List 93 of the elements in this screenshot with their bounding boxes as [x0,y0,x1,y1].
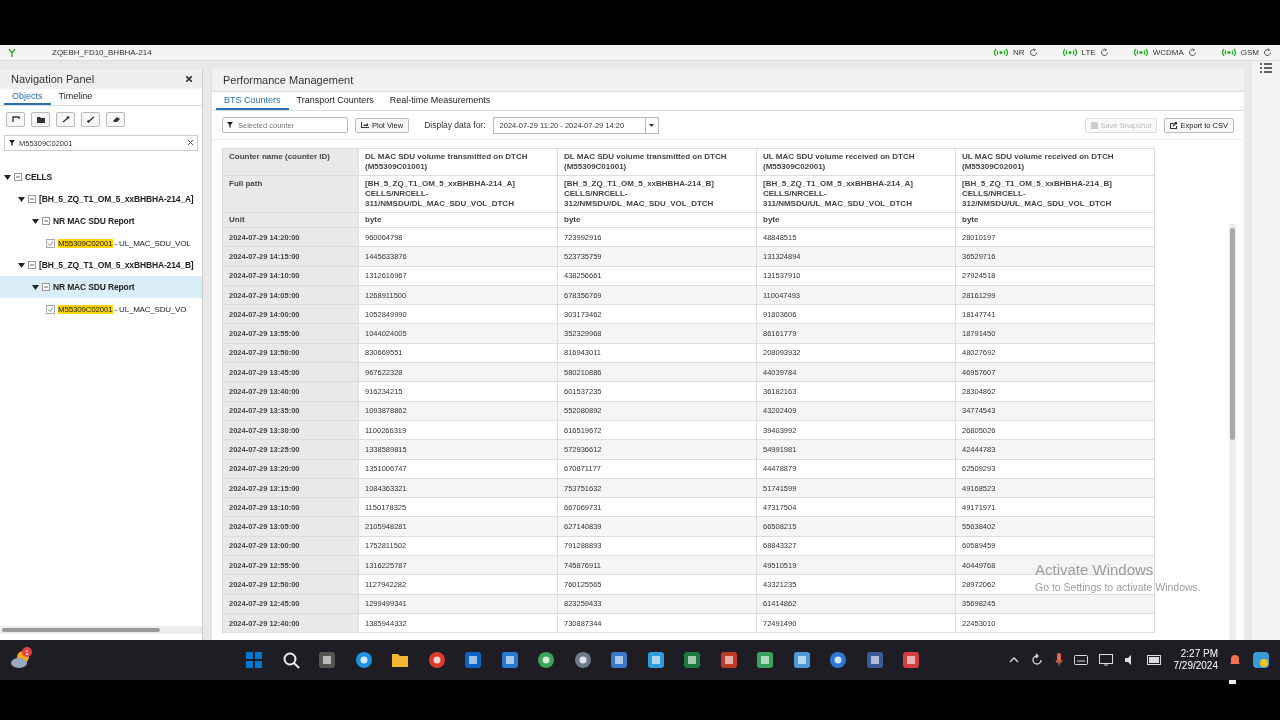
export-icon [1170,121,1178,129]
site-name: ZQEBH_FD10_BHBHA-214 [52,48,152,57]
partial-checkbox-icon[interactable] [28,261,36,269]
clear-icon[interactable] [188,140,193,145]
table-cell: [BH_5_ZQ_T1_OM_5_xxBHBHA-214_B] CELLS/NRCELL-312/NMSDU/DL_MAC_SDU_VOL_DTCH [558,176,757,212]
horizontal-scrollbar[interactable] [0,626,202,634]
battery-icon[interactable] [1146,655,1163,665]
tree-item-label: NR MAC SDU Report [53,282,135,292]
panel-title: Performance Management [223,74,354,86]
folder-icon [36,116,45,123]
tree-row[interactable]: [BH_5_ZQ_T1_OM_5_xxBHBHA-214_B] [0,254,202,276]
tree-row[interactable]: [BH_5_ZQ_T1_OM_5_xxBHBHA-214_A] [0,188,202,210]
microphone-icon[interactable] [1054,653,1063,667]
sync-icon[interactable] [1029,653,1044,667]
antenna-icon [8,48,16,57]
table-cell: [BH_5_ZQ_T1_OM_5_xxBHBHA-214_A] CELLS/NRCELL-311/NMSDU/UL_MAC_SDU_VOL_DTCH [757,176,956,212]
tree-row[interactable]: M55309C02001 - UL_MAC_SDU_VOL [0,232,202,254]
row-header: Counter name (counter ID) [223,149,359,175]
checked-checkbox-icon[interactable] [46,304,55,314]
collapse-caret-icon[interactable] [18,261,25,269]
column-header: UL MAC SDU volume received on DTCH (M55309C02001) [757,149,956,175]
technology-label: GSM [1240,48,1259,57]
panel-tab[interactable]: Real-time Measurements [381,92,499,110]
signal-icon [1132,48,1149,57]
table-cell: byte [359,213,558,227]
row-header: Full path [223,176,359,212]
folder-icon[interactable] [391,651,409,669]
table-cell: byte [558,213,757,227]
partial-checkbox-icon[interactable] [42,283,50,291]
window-icon[interactable] [318,651,336,669]
tree-item-label: M55309C02001 - UL_MAC_SDU_VOL [58,238,191,248]
folder-button[interactable] [31,112,50,127]
collapse-caret-icon[interactable] [32,217,39,225]
collapse-caret-icon[interactable] [32,283,39,291]
app-icon[interactable] [646,651,665,669]
column-header: UL MAC SDU volume received on DTCH (M55309C02001) [956,149,1155,175]
tree-row[interactable]: NR MAC SDU Report [0,210,202,232]
panel-title: Navigation Panel [11,73,95,85]
signal-icon [1220,48,1237,57]
chart-icon [361,122,369,128]
app-icon[interactable] [865,651,884,669]
tree-row[interactable]: NR MAC SDU Report [0,276,202,298]
signal-icon [993,48,1009,57]
clock-date[interactable]: 7/29/2024 [1173,660,1218,672]
eraser-icon [111,116,120,123]
panel-tab[interactable]: Timeline [50,89,101,105]
technology-label: LTE [1081,48,1096,57]
chevron-up-icon[interactable] [1008,657,1019,663]
collapse-caret-icon[interactable] [18,195,25,203]
close-icon[interactable] [186,76,192,82]
technology-label: WCDMA [1152,48,1184,57]
vertical-scrollbar[interactable] [1229,224,1236,684]
tree-item-label: NR MAC SDU Report [53,216,135,226]
weather-icon[interactable] [10,649,32,669]
display-label: Display data for: [424,120,486,130]
technology-label: NR [1013,48,1025,57]
table-cell: byte [956,213,1155,227]
table-cell: byte [757,213,956,227]
table-cell: [BH_5_ZQ_T1_OM_5_xxBHBHA-214_B] CELLS/NRCELL-312/NMSDU/UL_MAC_SDU_VOL_DTCH [956,176,1155,212]
collapse-caret-icon[interactable] [4,173,11,181]
search-icon[interactable] [281,651,300,669]
tree-item-label: M55309C02001 - UL_MAC_SDU_VO [58,304,187,314]
table-cell: [BH_5_ZQ_T1_OM_5_xxBHBHA-214_A] CELLS/NRCELL-311/NMSDU/DL_MAC_SDU_VOL_DTCH [359,176,558,212]
column-header: DL MAC SDU volume transmitted on DTCH (M55309C01001) [359,149,558,175]
row-header: Unit [223,213,359,227]
windows-start-icon[interactable] [245,651,263,669]
panel-tab[interactable]: Transport Counters [288,92,382,110]
tree-row[interactable]: CELLS [0,166,202,188]
partial-checkbox-icon[interactable] [28,195,36,203]
bell-icon[interactable] [1229,653,1241,667]
keyboard-icon[interactable] [1073,655,1088,665]
notice-title: Activate Windows [1035,561,1155,578]
tree-item-label: CELLS [25,172,53,182]
partial-checkbox-icon[interactable] [14,173,22,181]
monitor-icon[interactable] [1098,654,1113,666]
checked-checkbox-icon[interactable] [46,238,55,248]
app-icon[interactable] [1252,651,1270,669]
list-icon[interactable] [1260,63,1272,73]
clock-time[interactable]: 2:27 PM [1180,648,1218,660]
save-icon [1090,121,1098,129]
partial-checkbox-icon[interactable] [42,217,50,225]
app-icon[interactable] [756,651,774,669]
tree-row[interactable]: M55309C02001 - UL_MAC_SDU_VO [0,298,202,320]
tree-item-label: [BH_5_ZQ_T1_OM_5_xxBHBHA-214_A] [39,194,194,204]
notice-text: Go to Settings to activate Windows. [1035,581,1201,593]
app-icon[interactable] [902,651,920,669]
eraser-button[interactable] [106,112,125,127]
signal-icon [1061,48,1078,57]
caret-icon [649,123,655,127]
column-header: DL MAC SDU volume transmitted on DTCH (M55309C01001) [558,149,757,175]
panel-tab[interactable]: BTS Counters [216,92,289,110]
tree-item-label: [BH_5_ZQ_T1_OM_5_xxBHBHA-214_B] [39,260,194,270]
panel-tab[interactable]: Objects [4,89,51,105]
